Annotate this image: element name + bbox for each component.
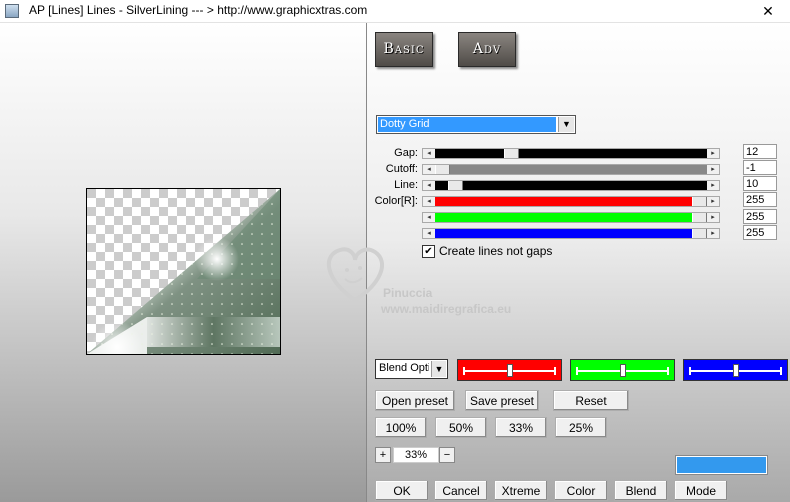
arrow-right-icon[interactable]: ▸ xyxy=(707,213,719,222)
preview-pane xyxy=(0,23,367,502)
blend-options-select[interactable]: Blend Optio ▼ xyxy=(375,359,448,379)
mini-slider-part xyxy=(667,367,669,375)
slider-row: Gap: ◂ ▸ xyxy=(367,147,790,160)
save-preset-button[interactable]: Save preset xyxy=(465,390,539,411)
slider-track[interactable]: ◂ ▸ xyxy=(422,212,720,223)
slider-value-field[interactable]: 255 xyxy=(743,192,777,207)
slider-fill xyxy=(435,213,707,222)
mini-slider-part xyxy=(463,367,465,375)
slider-row: ◂ ▸ xyxy=(367,227,790,240)
slider-thumb[interactable] xyxy=(692,213,707,222)
color-swatch[interactable] xyxy=(675,455,768,475)
slider-track[interactable]: ◂ ▸ xyxy=(422,228,720,239)
slider-label: Line: xyxy=(394,179,418,191)
slider-thumb[interactable] xyxy=(504,149,519,158)
blend-options-value: Blend Optio xyxy=(379,362,429,374)
tab-adv[interactable]: Adv xyxy=(458,32,516,67)
arrow-left-icon[interactable]: ◂ xyxy=(423,197,435,206)
zoom-33-button[interactable]: 33% xyxy=(495,417,547,438)
slider-fill xyxy=(435,229,707,238)
open-preset-button[interactable]: Open preset xyxy=(375,390,455,411)
mini-slider-thumb[interactable] xyxy=(620,364,626,377)
slider-label: Gap: xyxy=(394,147,418,159)
arrow-right-icon[interactable]: ▸ xyxy=(707,197,719,206)
slider-thumb[interactable] xyxy=(692,197,707,206)
title-bar: AP [Lines] Lines - SilverLining --- > ht… xyxy=(0,0,790,23)
zoom-50-button[interactable]: 50% xyxy=(435,417,487,438)
mini-slider-thumb[interactable] xyxy=(733,364,739,377)
mini-slider-thumb[interactable] xyxy=(507,364,513,377)
arrow-left-icon[interactable]: ◂ xyxy=(423,213,435,222)
slider-thumb[interactable] xyxy=(448,181,463,190)
zoom-out-button[interactable]: − xyxy=(439,447,455,463)
slider-row: Line: ◂ ▸ xyxy=(367,179,790,192)
slider-fill xyxy=(435,165,707,174)
slider-track[interactable]: ◂ ▸ xyxy=(422,164,720,175)
arrow-right-icon[interactable]: ▸ xyxy=(707,229,719,238)
arrow-left-icon[interactable]: ◂ xyxy=(423,229,435,238)
create-lines-checkbox[interactable]: ✔ xyxy=(422,245,435,258)
chevron-down-icon[interactable]: ▼ xyxy=(558,117,574,132)
mode-button[interactable]: Mode xyxy=(674,480,728,501)
arrow-right-icon[interactable]: ▸ xyxy=(707,149,719,158)
slider-value-field[interactable]: 12 xyxy=(743,144,777,159)
slider-fill xyxy=(435,149,707,158)
slider-thumb[interactable] xyxy=(692,229,707,238)
arrow-right-icon[interactable]: ▸ xyxy=(707,165,719,174)
slider-fill xyxy=(435,197,707,206)
chevron-down-icon[interactable]: ▼ xyxy=(431,361,446,377)
slider-track[interactable]: ◂ ▸ xyxy=(422,196,720,207)
create-lines-label: Create lines not gaps xyxy=(439,244,553,258)
slider-value-field[interactable]: 10 xyxy=(743,176,777,191)
arrow-left-icon[interactable]: ◂ xyxy=(423,165,435,174)
slider-thumb[interactable] xyxy=(435,165,450,174)
zoom-100-button[interactable]: 100% xyxy=(375,417,427,438)
slider-row: ◂ ▸ xyxy=(367,211,790,224)
xtreme-button[interactable]: Xtreme xyxy=(494,480,548,501)
slider-fill xyxy=(435,181,707,190)
window-title: AP [Lines] Lines - SilverLining --- > ht… xyxy=(29,3,368,17)
blue-channel-box[interactable] xyxy=(683,359,788,381)
reset-button[interactable]: Reset xyxy=(553,390,629,411)
zoom-25-button[interactable]: 25% xyxy=(555,417,607,438)
zoom-value-field[interactable]: 33% xyxy=(393,447,439,463)
zoom-in-button[interactable]: + xyxy=(375,447,391,463)
slider-value-field[interactable]: 255 xyxy=(743,225,777,240)
mini-slider-part xyxy=(554,367,556,375)
slider-row: Cutoff: ◂ ▸ xyxy=(367,163,790,176)
ok-button[interactable]: OK xyxy=(375,480,429,501)
slider-label: Cutoff: xyxy=(385,163,418,175)
arrow-right-icon[interactable]: ▸ xyxy=(707,181,719,190)
controls-panel: Basic Adv Dotty Grid ▼ Gap: ◂ ▸ 12 Cutoff: ◂ ▸… xyxy=(367,23,790,502)
slider-row: Color[R]: ◂ ▸ xyxy=(367,195,790,208)
mini-slider-part xyxy=(576,367,578,375)
slider-value-field[interactable]: -1 xyxy=(743,160,777,175)
tab-basic[interactable]: Basic xyxy=(375,32,433,67)
blend-button[interactable]: Blend xyxy=(614,480,668,501)
preview-image[interactable] xyxy=(86,188,281,355)
mini-slider-part xyxy=(689,367,691,375)
cancel-button[interactable]: Cancel xyxy=(434,480,488,501)
app-icon xyxy=(5,4,19,18)
close-button[interactable]: ✕ xyxy=(746,0,790,22)
effect-dropdown[interactable]: Dotty Grid ▼ xyxy=(376,115,576,134)
slider-label: Color[R]: xyxy=(374,195,418,207)
slider-track[interactable]: ◂ ▸ xyxy=(422,180,720,191)
mini-slider-part xyxy=(780,367,782,375)
color-button[interactable]: Color xyxy=(554,480,608,501)
red-channel-box[interactable] xyxy=(457,359,562,381)
arrow-left-icon[interactable]: ◂ xyxy=(423,181,435,190)
slider-track[interactable]: ◂ ▸ xyxy=(422,148,720,159)
arrow-left-icon[interactable]: ◂ xyxy=(423,149,435,158)
slider-value-field[interactable]: 255 xyxy=(743,209,777,224)
effect-dropdown-value: Dotty Grid xyxy=(378,117,556,132)
preview-image-graphic xyxy=(87,189,280,354)
green-channel-box[interactable] xyxy=(570,359,675,381)
